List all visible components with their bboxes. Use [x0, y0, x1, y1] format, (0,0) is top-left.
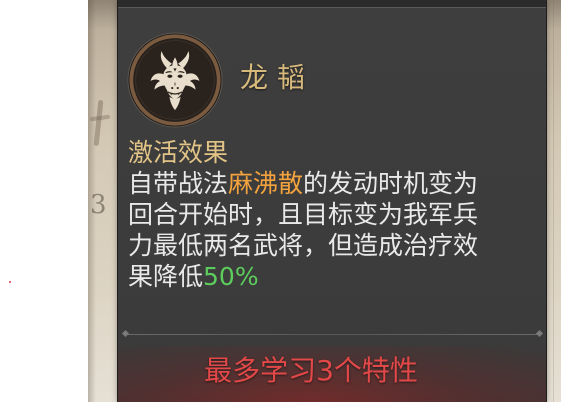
parchment-crease: [553, 0, 554, 402]
faint-brush-glyph: [89, 98, 114, 150]
trait-tooltip: 龙韬 激活效果 自带战法麻沸散的发动时机变为 回合开始时，且目标变为我军兵 力最…: [118, 0, 546, 402]
learn-limit-footer: 最多学习3个特性: [118, 346, 546, 402]
divider-ornament-left: [121, 329, 130, 338]
brush-stroke: [93, 99, 104, 147]
effect-heading: 激活效果: [128, 138, 229, 167]
trait-emblem: [127, 32, 223, 128]
effect-text: 回合开始时，且目标变为我军兵: [128, 200, 479, 229]
percent-value-highlight: 50%: [203, 262, 259, 291]
section-divider: [121, 329, 544, 338]
effect-text: 自带战法: [128, 169, 229, 198]
effect-text: 的发动时机变为: [303, 169, 479, 198]
dragon-head-icon: [127, 32, 223, 128]
red-marker-dot: [9, 281, 11, 283]
game-screen: 3 龙韬 激活效果 自带战法麻沸散的发动时机变为 回合开始时，且目标变为我军兵 …: [0, 0, 561, 402]
learn-limit-text: 最多学习3个特性: [204, 354, 418, 387]
effect-text: 果降低: [128, 262, 204, 291]
skill-name-highlight: 麻沸散: [228, 169, 304, 198]
trait-title: 龙韬: [240, 61, 315, 94]
effect-line: 自带战法麻沸散的发动时机变为: [128, 168, 538, 199]
effect-line: 力最低两名武将，但造成治疗效: [128, 230, 538, 261]
faint-background-number: 3: [90, 190, 107, 220]
effect-line: 果降低50%: [128, 261, 538, 292]
effect-line: 回合开始时，且目标变为我军兵: [128, 199, 538, 230]
activation-effect: 激活效果 自带战法麻沸散的发动时机变为 回合开始时，且目标变为我军兵 力最低两名…: [128, 137, 538, 292]
divider-ornament-right: [535, 329, 544, 338]
effect-text: 力最低两名武将，但造成治疗效: [128, 231, 479, 260]
tooltip-top-frame: [118, 0, 546, 8]
